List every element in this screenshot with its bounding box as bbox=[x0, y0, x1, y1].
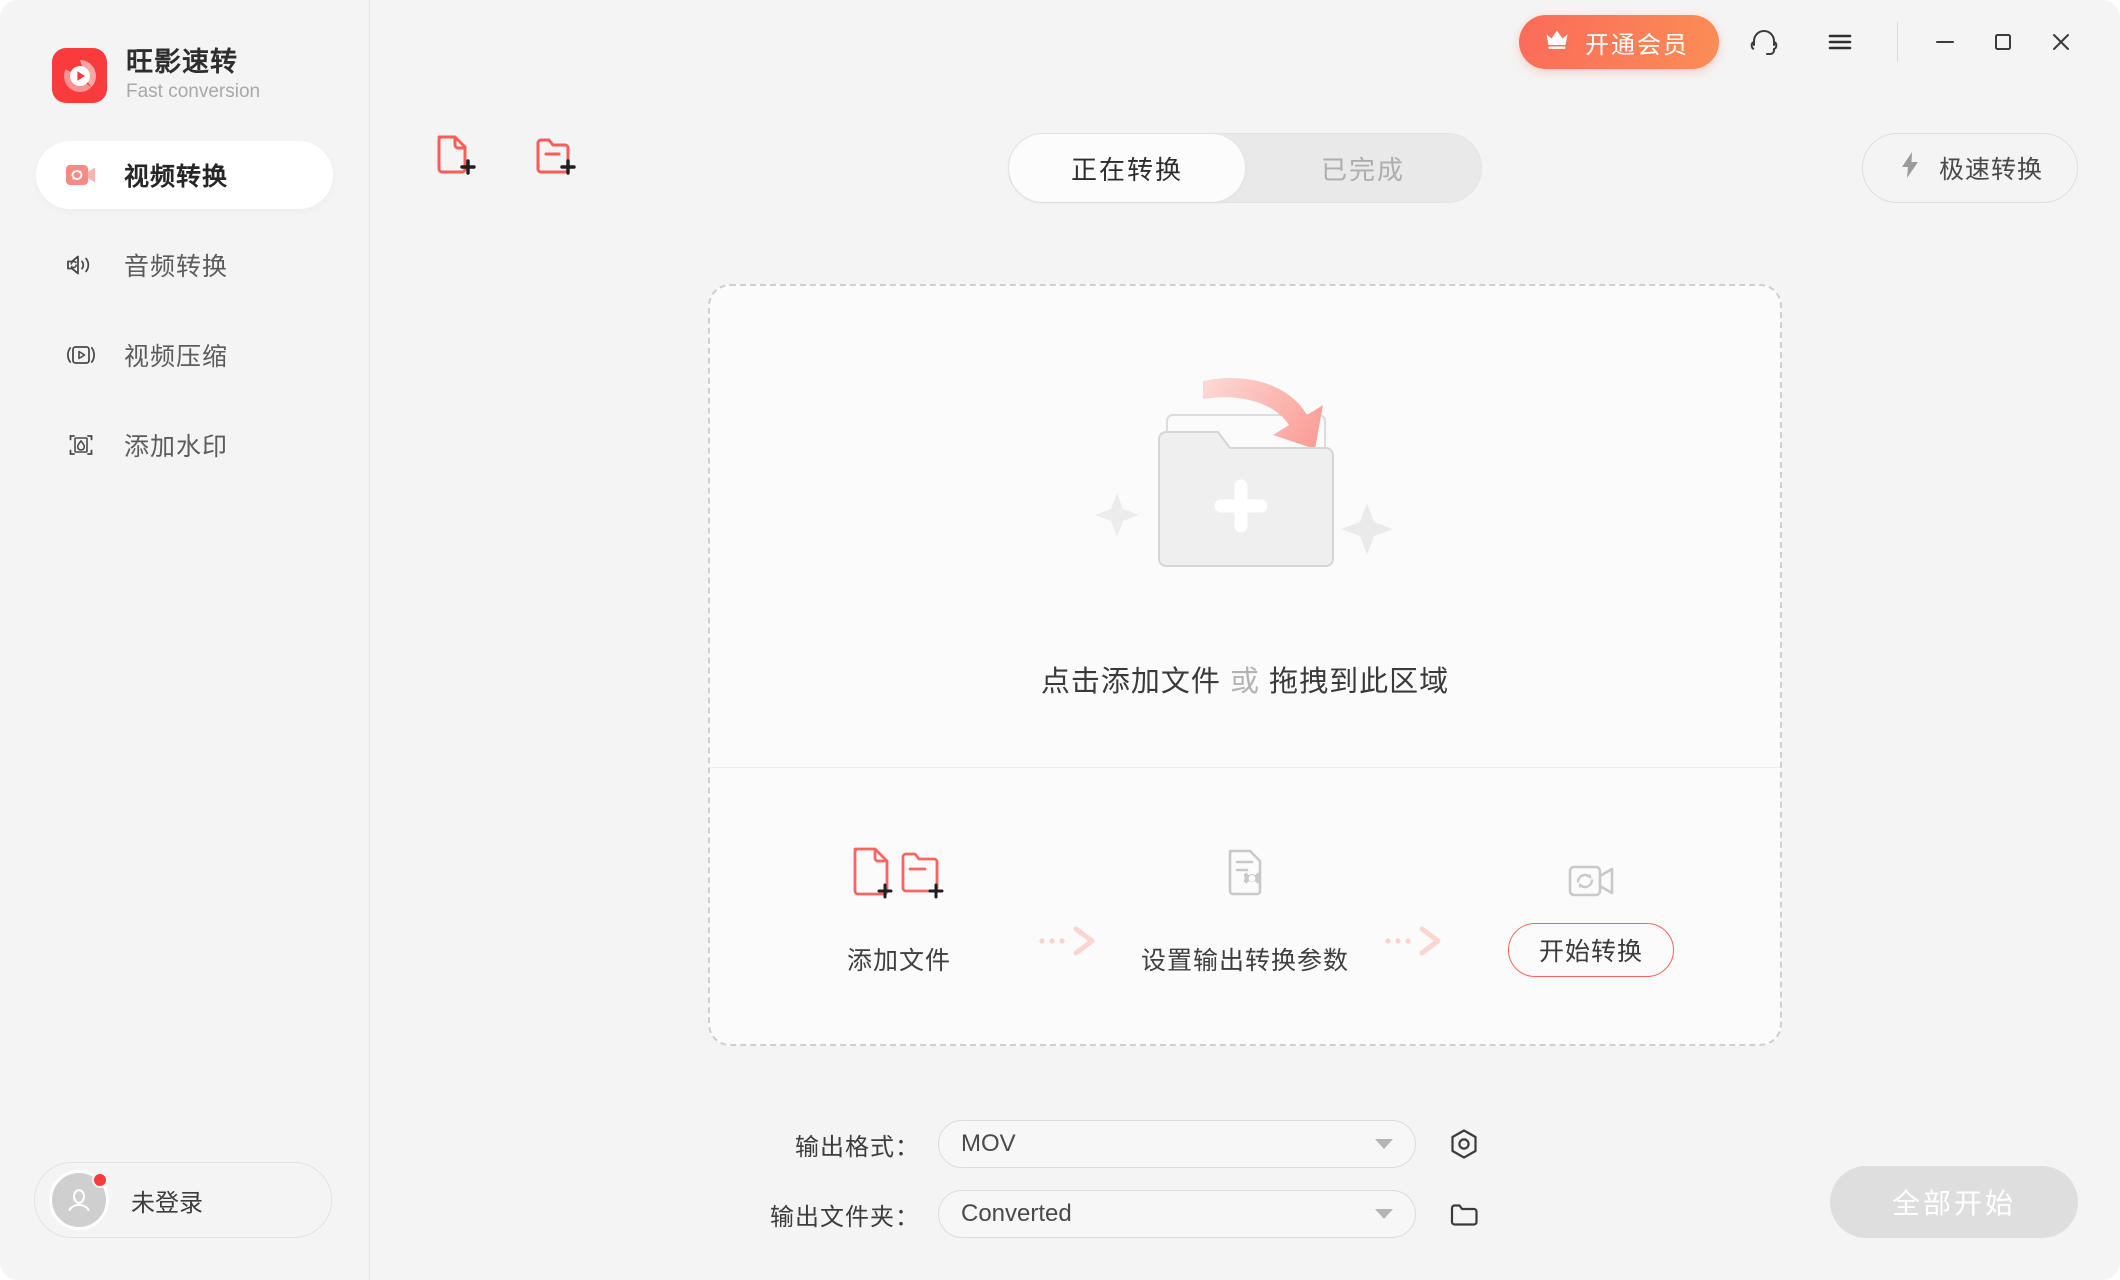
add-file-icon[interactable] bbox=[425, 128, 485, 184]
headset-icon[interactable] bbox=[1733, 11, 1795, 73]
sidebar-item-watermark[interactable]: 添加水印 bbox=[36, 411, 333, 479]
avatar bbox=[49, 1170, 109, 1230]
gear-hex-icon[interactable] bbox=[1444, 1124, 1484, 1164]
output-folder-label: 输出文件夹： bbox=[770, 1197, 920, 1232]
maximize-icon[interactable] bbox=[1974, 13, 2032, 71]
sidebar: 旺影速转 Fast conversion bbox=[0, 0, 370, 1280]
start-convert-button[interactable]: 开始转换 bbox=[1508, 923, 1674, 977]
tab-converting[interactable]: 正在转换 bbox=[1009, 134, 1245, 202]
app-window: 旺影速转 Fast conversion bbox=[0, 0, 2120, 1280]
drop-card: 点击添加文件 或 拖拽到此区域 bbox=[708, 284, 1782, 1046]
titlebar-divider bbox=[1897, 22, 1898, 62]
play-logo-icon bbox=[60, 56, 100, 96]
file-dropzone[interactable]: 点击添加文件 或 拖拽到此区域 bbox=[710, 286, 1780, 768]
sidebar-item-video-convert[interactable]: 视频转换 bbox=[36, 141, 333, 209]
user-name-label: 未登录 bbox=[131, 1183, 203, 1218]
file-toolbar bbox=[425, 128, 585, 184]
upgrade-vip-button[interactable]: 开通会员 bbox=[1519, 15, 1719, 69]
chevron-down-icon bbox=[1375, 1209, 1393, 1219]
output-settings: 输出格式： MOV 输出文件夹： Converted bbox=[770, 1120, 1484, 1238]
output-folder-value: Converted bbox=[961, 1200, 1072, 1228]
step-label: 添加文件 bbox=[847, 941, 951, 977]
crown-icon bbox=[1543, 27, 1571, 58]
app-title: 旺影速转 bbox=[126, 48, 260, 78]
dropzone-text-drag: 拖拽到此区域 bbox=[1269, 666, 1449, 698]
folder-icon[interactable] bbox=[1444, 1194, 1484, 1234]
dropzone-text-main: 点击添加文件 bbox=[1041, 666, 1221, 698]
output-format-label: 输出格式： bbox=[770, 1127, 920, 1162]
sidebar-item-audio-convert[interactable]: 音频转换 bbox=[36, 231, 333, 299]
video-convert-icon bbox=[64, 158, 98, 192]
app-logo bbox=[52, 48, 107, 103]
sidebar-item-video-compress[interactable]: 视频压缩 bbox=[36, 321, 333, 389]
tab-completed[interactable]: 已完成 bbox=[1245, 134, 1481, 202]
start-all-button[interactable]: 全部开始 bbox=[1830, 1166, 2078, 1238]
sidebar-item-label: 视频转换 bbox=[124, 157, 228, 193]
status-tabs: 正在转换 已完成 bbox=[1008, 133, 1482, 203]
audio-convert-icon bbox=[64, 248, 98, 282]
add-folder-icon[interactable] bbox=[525, 128, 585, 184]
step-output-settings[interactable]: 设置输出转换参数 bbox=[1120, 843, 1370, 977]
watermark-icon bbox=[64, 428, 98, 462]
sidebar-item-label: 音频转换 bbox=[124, 247, 228, 283]
output-format-row: 输出格式： MOV bbox=[770, 1120, 1484, 1168]
close-icon[interactable] bbox=[2032, 13, 2090, 71]
sidebar-item-label: 添加水印 bbox=[124, 427, 228, 463]
minimize-icon[interactable] bbox=[1916, 13, 1974, 71]
app-subtitle: Fast conversion bbox=[126, 82, 260, 103]
folder-drop-illustration bbox=[1075, 363, 1415, 618]
video-convert-outline-icon bbox=[1560, 843, 1622, 905]
titlebar: 开通会员 bbox=[1519, 0, 2120, 84]
user-account-pill[interactable]: 未登录 bbox=[34, 1162, 332, 1238]
hamburger-menu-icon[interactable] bbox=[1809, 11, 1871, 73]
add-file-folder-icon bbox=[845, 843, 953, 905]
steps-row: 添加文件 bbox=[710, 768, 1780, 1046]
upgrade-vip-label: 开通会员 bbox=[1585, 25, 1689, 60]
brand: 旺影速转 Fast conversion bbox=[0, 0, 369, 103]
notification-dot bbox=[92, 1172, 108, 1188]
lightning-bolt-icon bbox=[1897, 150, 1923, 187]
chevron-down-icon bbox=[1375, 1139, 1393, 1149]
dropzone-text-or: 或 bbox=[1230, 666, 1260, 698]
fast-convert-button[interactable]: 极速转换 bbox=[1862, 133, 2078, 203]
output-format-value: MOV bbox=[961, 1130, 1016, 1158]
dotted-arrow-icon bbox=[1370, 862, 1466, 958]
sidebar-nav: 视频转换 音频转换 bbox=[0, 141, 369, 479]
file-settings-icon bbox=[1214, 843, 1276, 905]
fast-convert-label: 极速转换 bbox=[1939, 150, 2043, 186]
output-folder-row: 输出文件夹： Converted bbox=[770, 1190, 1484, 1238]
main-area: 开通会员 bbox=[370, 0, 2120, 1280]
dropzone-text: 点击添加文件 或 拖拽到此区域 bbox=[1041, 658, 1449, 700]
dotted-arrow-icon bbox=[1024, 862, 1120, 958]
step-add-file[interactable]: 添加文件 bbox=[774, 843, 1024, 977]
sidebar-item-label: 视频压缩 bbox=[124, 337, 228, 373]
output-format-select[interactable]: MOV bbox=[938, 1120, 1416, 1168]
step-start-convert: 开始转换 bbox=[1466, 843, 1716, 977]
step-label: 设置输出转换参数 bbox=[1141, 941, 1349, 977]
output-folder-select[interactable]: Converted bbox=[938, 1190, 1416, 1238]
video-compress-icon bbox=[64, 338, 98, 372]
